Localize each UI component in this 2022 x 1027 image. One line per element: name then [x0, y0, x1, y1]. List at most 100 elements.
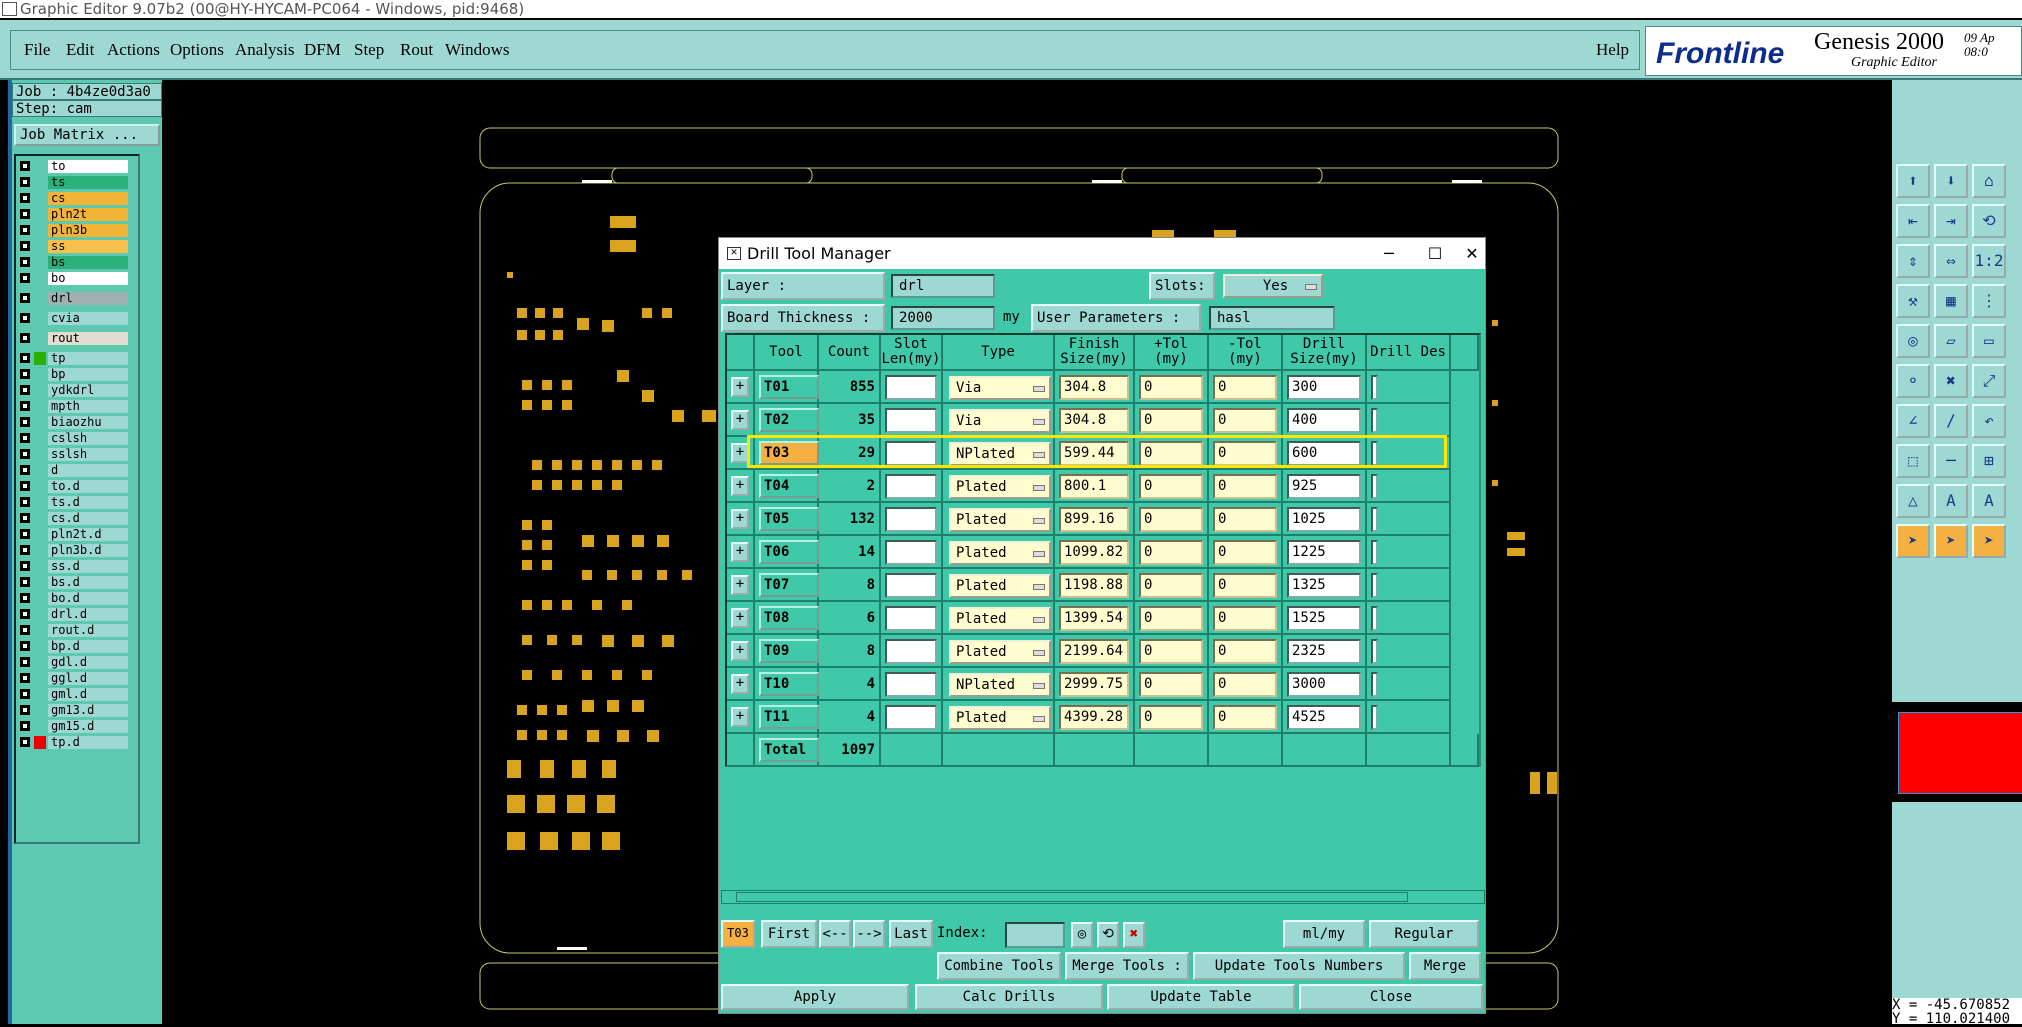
type-select[interactable]: Plated — [949, 706, 1051, 730]
drill-des-input[interactable] — [1371, 639, 1378, 664]
slot-length-input[interactable] — [885, 441, 937, 466]
layer-name[interactable]: bp — [48, 368, 128, 381]
layer-name[interactable]: tp — [48, 352, 128, 365]
layer-checkbox[interactable] — [20, 177, 30, 187]
layer-name[interactable]: bs — [48, 256, 128, 269]
finish-size-input[interactable]: 899.16 — [1059, 507, 1129, 532]
layer-row[interactable]: cvia — [20, 312, 138, 325]
layer-checkbox[interactable] — [20, 625, 30, 635]
tool-name[interactable]: T08 — [759, 606, 819, 630]
layer-name[interactable]: cslsh — [48, 432, 128, 445]
layer-row[interactable]: ggl.d — [20, 672, 138, 685]
minus-tol-input[interactable]: 0 — [1213, 606, 1277, 631]
user-params-field[interactable]: hasl — [1209, 306, 1335, 330]
type-select[interactable]: NPlated — [949, 442, 1051, 466]
drill-des-input[interactable] — [1371, 375, 1378, 400]
fit-vertical-icon[interactable]: ⇕ — [1896, 244, 1930, 278]
layer-checkbox[interactable] — [20, 369, 30, 379]
next-button[interactable]: --> — [853, 920, 885, 948]
menu-windows[interactable]: Windows — [445, 40, 509, 60]
layer-name[interactable]: bp.d — [48, 640, 128, 653]
tool-row[interactable]: + T07 8 Plated 1198.88 0 0 1325 — [727, 569, 1479, 602]
type-select[interactable]: Plated — [949, 607, 1051, 631]
drill-size-input[interactable]: 2325 — [1287, 639, 1361, 664]
drill-size-input[interactable]: 925 — [1287, 474, 1361, 499]
minus-tol-input[interactable]: 0 — [1213, 672, 1277, 697]
layer-checkbox[interactable] — [20, 561, 30, 571]
layer-checkbox[interactable] — [20, 161, 30, 171]
update-numbers-select[interactable]: Update Tools Numbers — [1193, 952, 1405, 980]
mode-select[interactable]: Regular — [1369, 920, 1479, 948]
layer-checkbox[interactable] — [20, 497, 30, 507]
layer-checkbox[interactable] — [20, 593, 30, 603]
tool-row[interactable]: + T02 35 Via 304.8 0 0 400 — [727, 404, 1479, 437]
menu-step[interactable]: Step — [354, 40, 384, 60]
layer-name[interactable]: bo — [48, 272, 128, 285]
layer-name[interactable]: to — [48, 160, 128, 173]
tool-row[interactable]: + T04 2 Plated 800.1 0 0 925 — [727, 470, 1479, 503]
layer-row[interactable]: tp — [20, 352, 138, 365]
refresh-icon[interactable]: ⟲ — [1097, 922, 1119, 948]
close-icon[interactable]: ✕ — [1459, 238, 1485, 269]
layer-row[interactable]: gml.d — [20, 688, 138, 701]
layer-name[interactable]: pln2t — [48, 208, 128, 221]
layer-checkbox[interactable] — [20, 241, 30, 251]
layer-checkbox[interactable] — [20, 193, 30, 203]
layer-name[interactable]: rout.d — [48, 624, 128, 637]
layer-name[interactable]: ydkdrl — [48, 384, 128, 397]
minus-tol-input[interactable]: 0 — [1213, 507, 1277, 532]
index-field[interactable] — [1005, 922, 1065, 948]
shape-icon[interactable]: ▱ — [1934, 324, 1968, 358]
minimize-icon[interactable]: ─ — [1369, 238, 1409, 269]
prev-button[interactable]: <-- — [819, 920, 851, 948]
expand-icon[interactable]: + — [731, 443, 749, 463]
frame-icon[interactable]: ⬚ — [1896, 444, 1930, 478]
slot-length-input[interactable] — [885, 705, 937, 730]
finish-size-input[interactable]: 1399.54 — [1059, 606, 1129, 631]
type-select[interactable]: Via — [949, 376, 1051, 400]
expand-icon[interactable]: + — [731, 608, 749, 628]
layer-name[interactable]: gml.d — [48, 688, 128, 701]
layer-name[interactable]: sslsh — [48, 448, 128, 461]
finish-size-input[interactable]: 4399.28 — [1059, 705, 1129, 730]
dots-icon[interactable]: ⋮ — [1972, 284, 2006, 318]
layer-checkbox[interactable] — [20, 433, 30, 443]
layer-row[interactable]: ts.d — [20, 496, 138, 509]
layer-name[interactable]: cs — [48, 192, 128, 205]
menu-actions[interactable]: Actions — [107, 40, 160, 60]
layer-checkbox[interactable] — [20, 737, 30, 747]
drill-size-input[interactable]: 400 — [1287, 408, 1361, 433]
drill-size-input[interactable]: 4525 — [1287, 705, 1361, 730]
slot-length-input[interactable] — [885, 474, 937, 499]
layer-checkbox[interactable] — [20, 721, 30, 731]
page-up-icon[interactable]: ⬆ — [1896, 164, 1930, 198]
layer-name[interactable]: drl.d — [48, 608, 128, 621]
tool-name[interactable]: T01 — [759, 375, 819, 399]
grid-icon[interactable]: ▦ — [1934, 284, 1968, 318]
layer-name[interactable]: pln3b.d — [48, 544, 128, 557]
slot-length-input[interactable] — [885, 606, 937, 631]
expand-icon[interactable]: + — [731, 575, 749, 595]
tool-row[interactable]: + T10 4 NPlated 2999.75 0 0 3000 — [727, 668, 1479, 701]
layer-name[interactable]: biaozhu — [48, 416, 128, 429]
layer-row[interactable]: to.d — [20, 480, 138, 493]
slot-length-input[interactable] — [885, 639, 937, 664]
layer-row[interactable]: ss — [20, 240, 138, 253]
layer-name[interactable]: cvia — [48, 312, 128, 325]
layer-checkbox[interactable] — [20, 385, 30, 395]
plus-tol-input[interactable]: 0 — [1139, 639, 1203, 664]
layer-row[interactable]: rout.d — [20, 624, 138, 637]
drill-size-input[interactable]: 1525 — [1287, 606, 1361, 631]
layer-row[interactable]: gm15.d — [20, 720, 138, 733]
snap-icon[interactable]: ⊞ — [1972, 444, 2006, 478]
type-select[interactable]: Plated — [949, 541, 1051, 565]
plus-tol-input[interactable]: 0 — [1139, 408, 1203, 433]
expand-icon[interactable]: + — [731, 707, 749, 727]
update-table-button[interactable]: Update Table — [1107, 984, 1295, 1010]
tool-row[interactable]: + T01 855 Via 304.8 0 0 300 — [727, 371, 1479, 404]
drill-des-input[interactable] — [1371, 705, 1378, 730]
type-select[interactable]: Plated — [949, 640, 1051, 664]
finish-size-input[interactable]: 2999.75 — [1059, 672, 1129, 697]
tool-name[interactable]: T09 — [759, 639, 819, 663]
drill-size-input[interactable]: 1025 — [1287, 507, 1361, 532]
